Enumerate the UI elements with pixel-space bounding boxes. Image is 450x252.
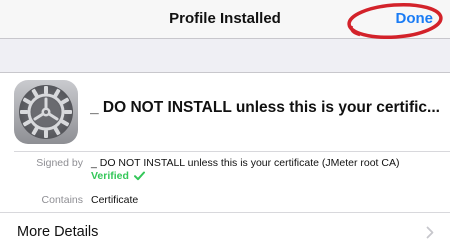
verified-status: Verified bbox=[91, 170, 145, 182]
checkmark-icon bbox=[133, 171, 145, 181]
divider bbox=[14, 151, 450, 152]
more-details-label: More Details bbox=[17, 224, 99, 240]
done-button[interactable]: Done bbox=[396, 10, 434, 27]
chevron-right-icon bbox=[426, 226, 434, 239]
profile-name: _ DO NOT INSTALL unless this is your cer… bbox=[90, 99, 440, 116]
contains-label: Contains bbox=[41, 194, 83, 206]
profile-installed-screen: Profile Installed Done _ DO NOT INSTALL … bbox=[0, 0, 450, 252]
navigation-bar: Profile Installed Done bbox=[0, 0, 450, 39]
verified-label: Verified bbox=[91, 170, 129, 182]
settings-gear-icon bbox=[14, 80, 78, 144]
signed-by-label: Signed by bbox=[36, 157, 83, 169]
profile-card: _ DO NOT INSTALL unless this is your cer… bbox=[0, 72, 450, 252]
page-title: Profile Installed bbox=[169, 10, 281, 27]
more-details-row[interactable]: More Details bbox=[0, 213, 450, 252]
contains-value: Certificate bbox=[91, 194, 139, 206]
signed-by-value: _ DO NOT INSTALL unless this is your cer… bbox=[91, 157, 400, 169]
